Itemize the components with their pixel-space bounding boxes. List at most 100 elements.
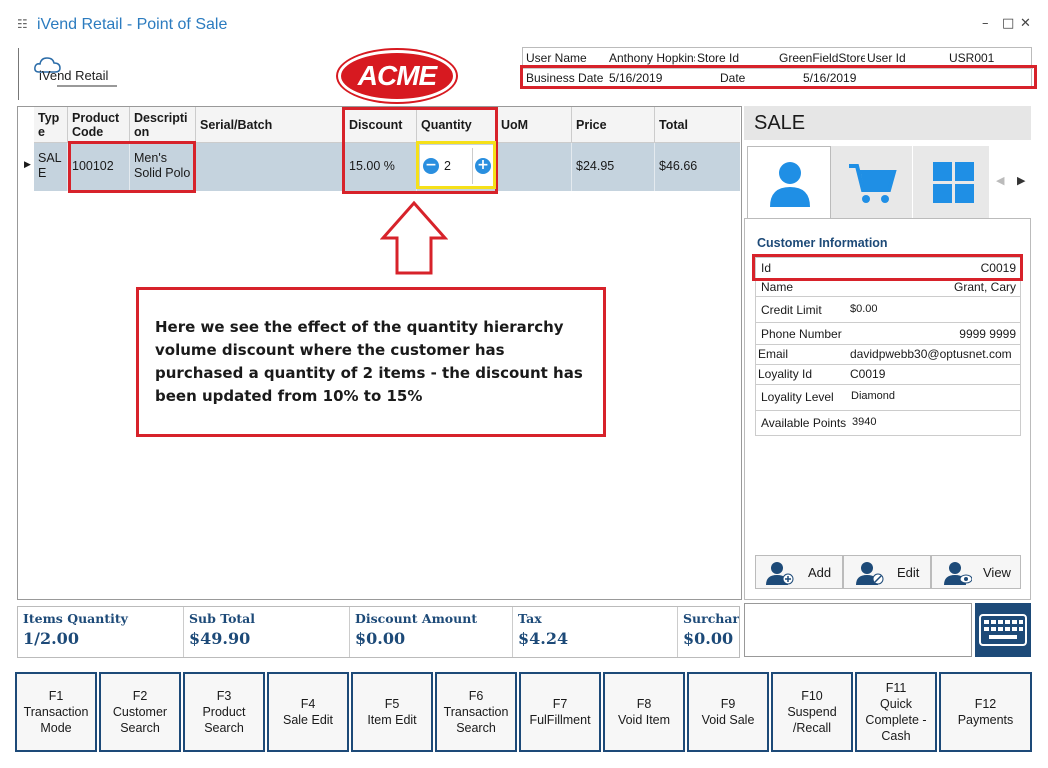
loyalty-level-row: Loyality Level Diamond bbox=[755, 385, 1021, 411]
maximize-button[interactable]: □ bbox=[1002, 16, 1014, 31]
f1-label: Transaction Mode bbox=[23, 705, 89, 735]
f7-fulfillment-button[interactable]: F7 FulFillment bbox=[519, 672, 601, 752]
loyalty-id-value: C0019 bbox=[850, 367, 886, 381]
user-name-value: Anthony Hopkins bbox=[609, 51, 695, 65]
col-total-header[interactable]: Total bbox=[655, 107, 740, 143]
tax-value: $4.24 bbox=[518, 629, 569, 648]
row-price-cell[interactable]: $24.95 bbox=[572, 143, 655, 191]
f9-void-sale-button[interactable]: F9 Void Sale bbox=[687, 672, 769, 752]
f3-label: Product Search bbox=[202, 705, 246, 735]
row-serial-cell[interactable] bbox=[196, 143, 345, 191]
f3-product-search-button[interactable]: F3 Product Search bbox=[183, 672, 265, 752]
f6-label: Transaction Search bbox=[443, 705, 509, 735]
f11-key: F11 bbox=[885, 681, 907, 695]
f12-payments-button[interactable]: F12 Payments bbox=[939, 672, 1032, 752]
customer-id-highlight bbox=[752, 254, 1023, 281]
window-title: iVend Retail - Point of Sale bbox=[37, 16, 228, 33]
col-uom-header[interactable]: UoM bbox=[497, 107, 572, 143]
f11-label: Quick Complete - Cash bbox=[865, 697, 927, 743]
customer-icon bbox=[770, 162, 810, 207]
row-type-cell[interactable]: SAL E bbox=[34, 143, 68, 191]
add-customer-button[interactable]: Add bbox=[755, 555, 843, 589]
tab-customer[interactable] bbox=[747, 146, 831, 219]
discount-amount-label: Discount Amount bbox=[355, 611, 478, 626]
user-id-value: USR001 bbox=[949, 51, 995, 65]
f2-key: F2 bbox=[132, 689, 148, 703]
logo-text: iVend Retail bbox=[39, 68, 109, 83]
col-description-header[interactable]: Descripti on bbox=[130, 107, 196, 143]
f10-suspend-recall-button[interactable]: F10 Suspend /Recall bbox=[771, 672, 853, 752]
minimize-button[interactable]: – bbox=[982, 16, 989, 31]
available-points-row: Available Points 3940 bbox=[755, 411, 1021, 436]
close-button[interactable]: ✕ bbox=[1020, 16, 1031, 31]
row-header-column bbox=[18, 107, 34, 191]
edit-user-icon bbox=[856, 562, 884, 585]
phone-row: Phone Number 9999 9999 bbox=[755, 323, 1021, 345]
tab-catalog[interactable] bbox=[913, 146, 989, 218]
surcharge-cell: Surcharge $0.00 bbox=[678, 607, 739, 657]
f6-transaction-search-button[interactable]: F6 Transaction Search bbox=[435, 672, 517, 752]
product-highlight bbox=[68, 141, 196, 193]
customer-name-label: Name bbox=[761, 280, 794, 294]
f7-key: F7 bbox=[552, 697, 568, 711]
ivend-logo: iVend Retail bbox=[18, 48, 138, 100]
arrow-up-icon bbox=[380, 200, 448, 275]
view-customer-button[interactable]: View bbox=[931, 555, 1021, 589]
phone-label: Phone Number bbox=[761, 327, 842, 341]
email-row: Email davidpwebb30@optusnet.com bbox=[755, 345, 1021, 365]
f11-quick-complete-cash-button[interactable]: F11 Quick Complete - Cash bbox=[855, 672, 937, 752]
f1-transaction-mode-button[interactable]: F1 Transaction Mode bbox=[15, 672, 97, 752]
tab-cart[interactable] bbox=[831, 146, 912, 218]
f7-label: FulFillment bbox=[529, 713, 591, 727]
brand-text: ACME bbox=[357, 60, 437, 91]
f8-void-item-button[interactable]: F8 Void Item bbox=[603, 672, 685, 752]
f8-key: F8 bbox=[636, 697, 652, 711]
keyboard-icon bbox=[979, 614, 1027, 646]
f9-key: F9 bbox=[720, 697, 736, 711]
f3-key: F3 bbox=[216, 689, 232, 703]
f5-item-edit-button[interactable]: F5 Item Edit bbox=[351, 672, 433, 752]
discount-amount-cell: Discount Amount $0.00 bbox=[350, 607, 513, 657]
f10-label: Suspend /Recall bbox=[787, 705, 837, 735]
f9-label: Void Sale bbox=[701, 713, 755, 727]
customer-name-row: Name Grant, Cary bbox=[755, 279, 1021, 297]
available-points-value: 3940 bbox=[852, 416, 877, 428]
f10-key: F10 bbox=[801, 689, 823, 703]
f5-key: F5 bbox=[384, 697, 400, 711]
f12-label: Payments bbox=[957, 713, 1014, 727]
credit-limit-value: $0.00 bbox=[850, 303, 878, 315]
f1-key: F1 bbox=[48, 689, 64, 703]
col-serial-header[interactable]: Serial/Batch bbox=[196, 107, 345, 143]
surcharge-label: Surcharge bbox=[683, 611, 739, 626]
message-input[interactable] bbox=[744, 603, 972, 657]
row-uom-cell[interactable] bbox=[497, 143, 572, 191]
f8-label: Void Item bbox=[617, 713, 671, 727]
tab-scroll-right-icon[interactable]: ▶ bbox=[1017, 174, 1025, 187]
keyboard-button[interactable] bbox=[975, 603, 1031, 657]
row-total-cell[interactable]: $46.66 bbox=[655, 143, 740, 191]
f4-sale-edit-button[interactable]: F4 Sale Edit bbox=[267, 672, 349, 752]
edit-customer-button[interactable]: Edit bbox=[843, 555, 931, 589]
tax-cell: Tax $4.24 bbox=[513, 607, 678, 657]
tab-scroll-left-icon[interactable]: ◀ bbox=[996, 174, 1004, 187]
store-id-value: GreenFieldStore bbox=[779, 51, 865, 65]
col-product-code-header[interactable]: Product Code bbox=[68, 107, 130, 143]
col-type-header[interactable]: Typ e bbox=[34, 107, 68, 143]
grid-icon bbox=[933, 162, 974, 203]
f12-key: F12 bbox=[974, 697, 997, 711]
email-value: davidpwebb30@optusnet.com bbox=[850, 347, 1012, 361]
date-highlight bbox=[520, 65, 1037, 89]
tax-label: Tax bbox=[518, 611, 542, 626]
loyalty-id-row: Loyality Id C0019 bbox=[755, 365, 1021, 385]
title-bar: ☷ iVend Retail - Point of Sale – □ ✕ bbox=[0, 0, 1048, 46]
add-user-icon bbox=[766, 562, 794, 585]
subtotal-label: Sub Total bbox=[189, 611, 256, 626]
col-price-header[interactable]: Price bbox=[572, 107, 655, 143]
f2-customer-search-button[interactable]: F2 Customer Search bbox=[99, 672, 181, 752]
customer-info-title: Customer Information bbox=[757, 236, 888, 250]
loyalty-level-value: Diamond bbox=[851, 390, 896, 402]
edit-button-label: Edit bbox=[897, 565, 920, 580]
store-id-label: Store Id bbox=[697, 51, 740, 65]
loyalty-level-label: Loyality Level bbox=[761, 390, 834, 404]
email-label: Email bbox=[758, 347, 789, 361]
